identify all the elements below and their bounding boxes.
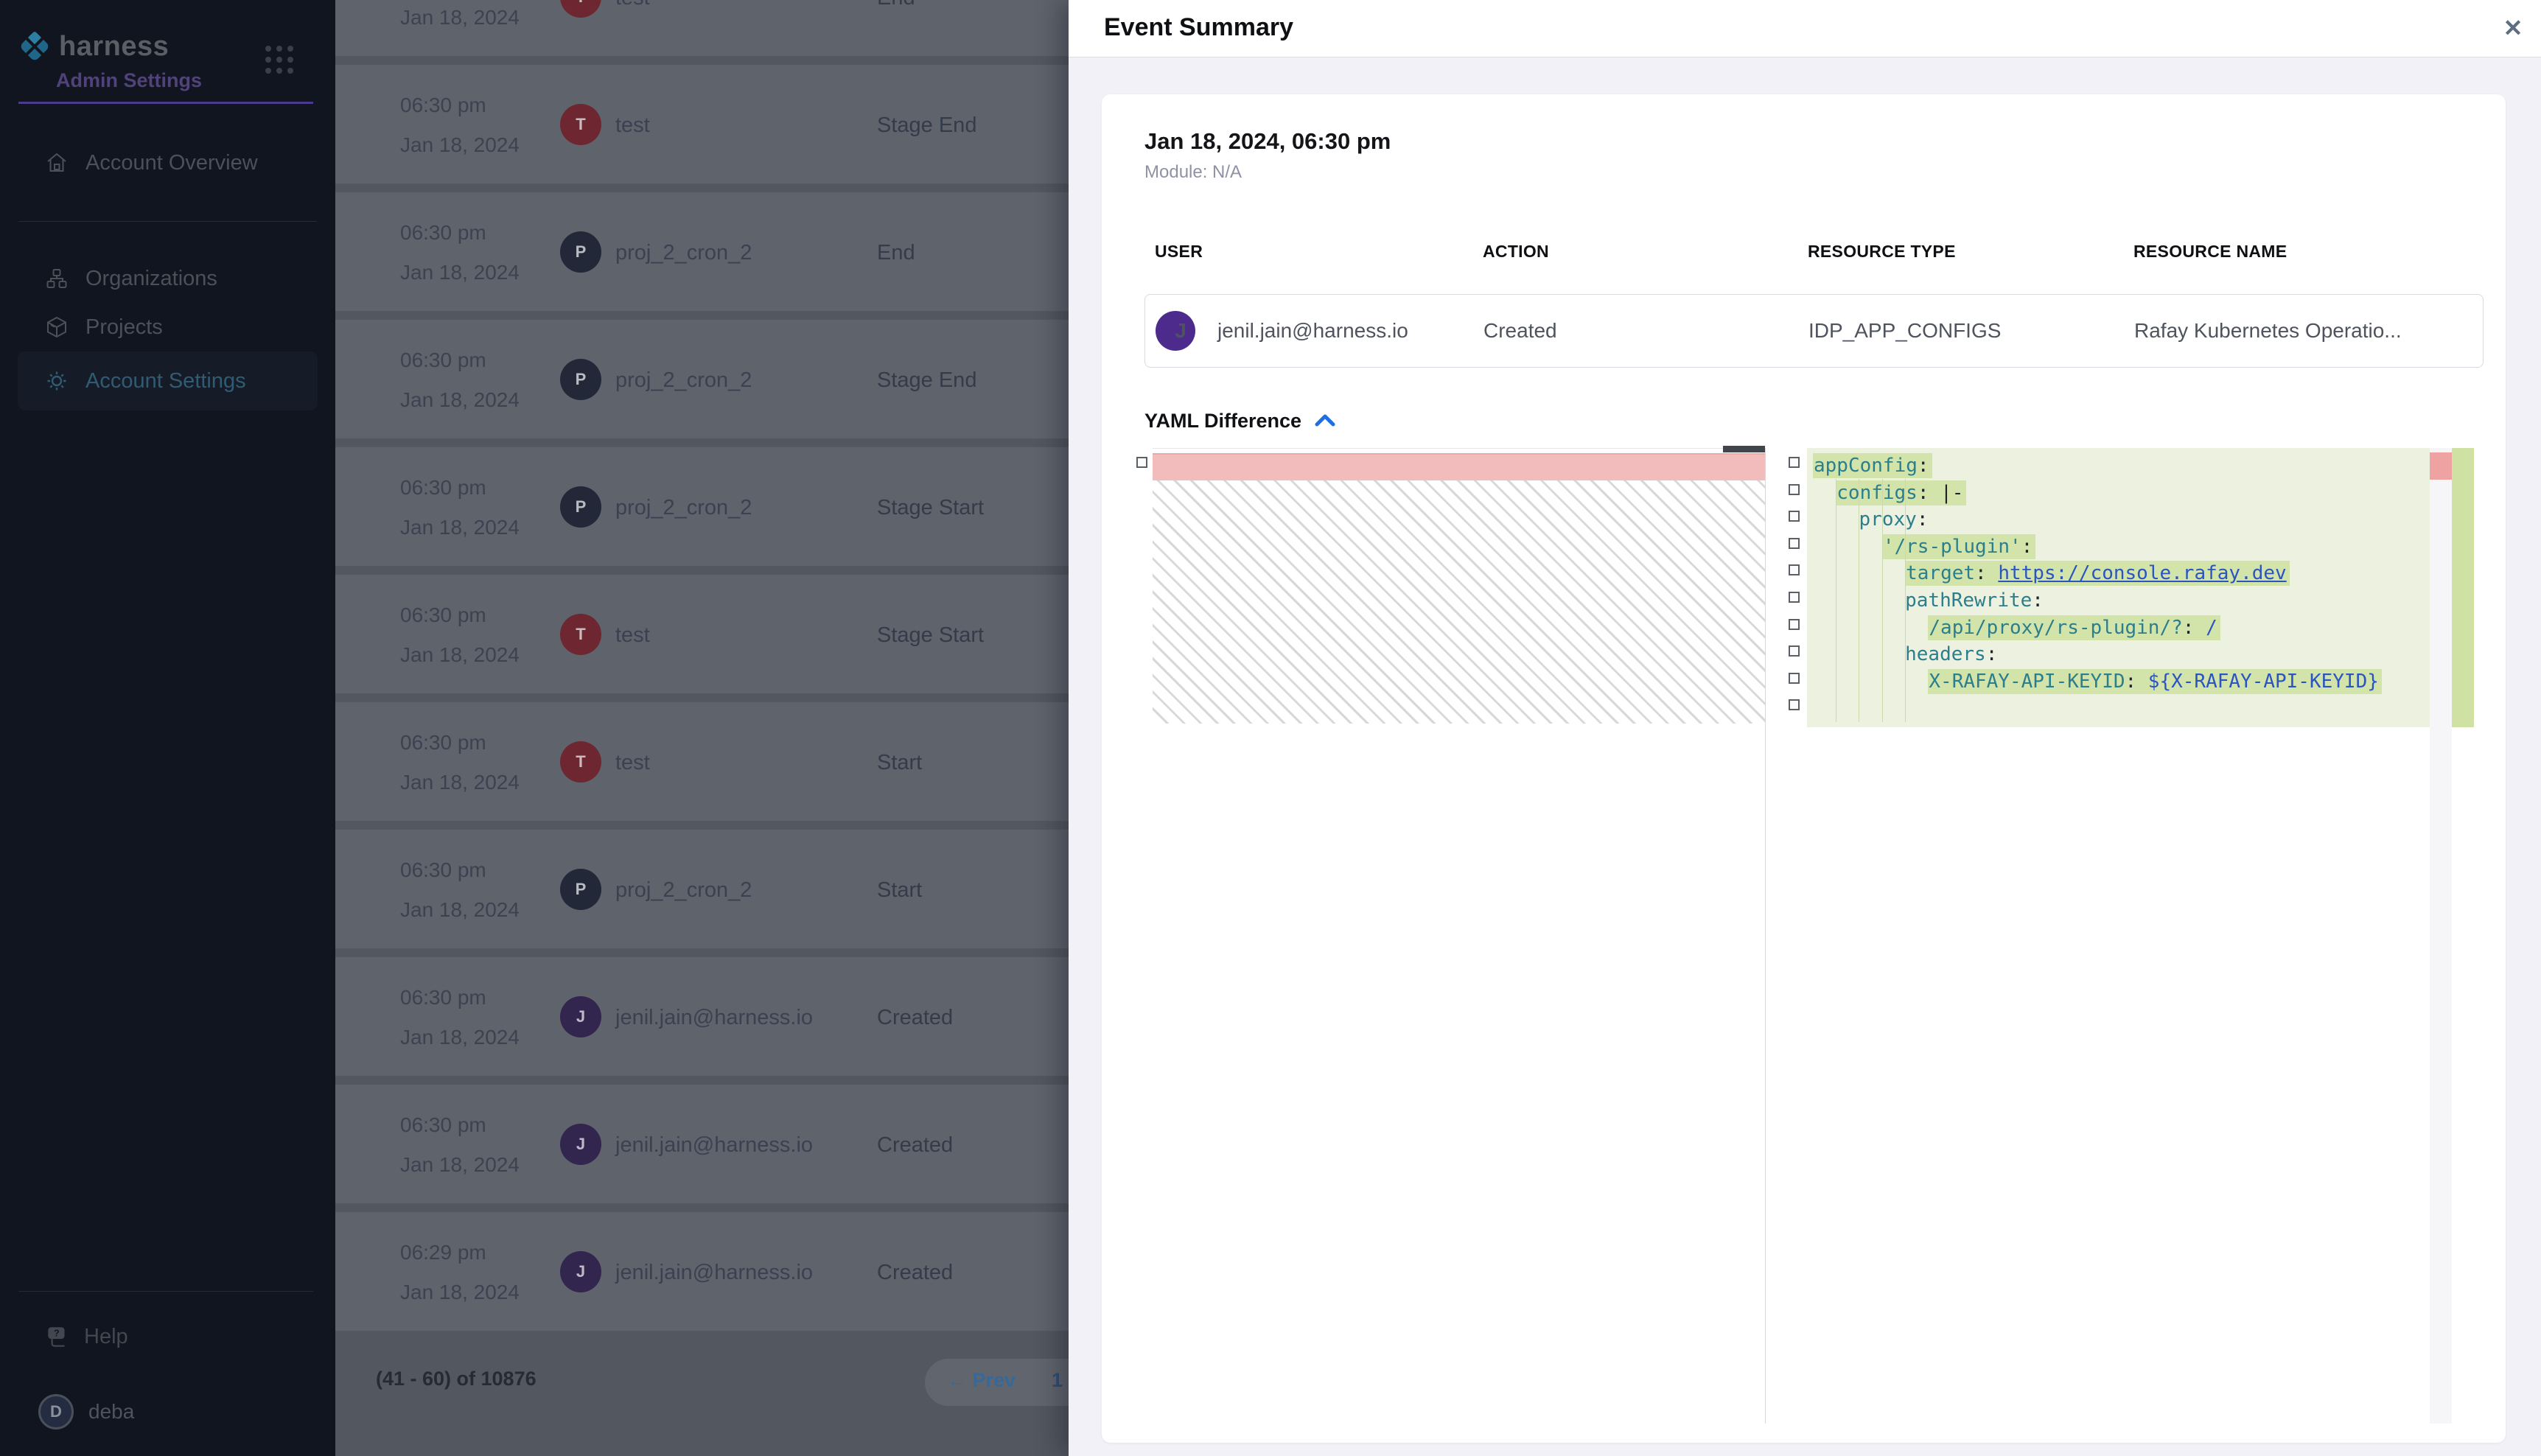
diff-added-pane: appConfig:configs: |-proxy:'/rs-plugin':… [1807,448,2430,727]
code-token: : [1917,508,1929,531]
fold-marker [1789,538,1800,549]
fold-marker [1789,484,1800,495]
fold-marker [1789,564,1800,575]
diff-line: target: https://console.rafay.dev [1807,560,2430,587]
event-datetime: Jan 18, 2024, 06:30 pm [1144,128,2506,155]
indent-guide [1905,479,1906,722]
diff-pane-divider [1765,448,1766,1424]
code-token: : [2125,671,2137,693]
event-table-header: USER ACTION RESOURCE TYPE RESOURCE NAME [1144,242,2484,262]
chevron-up-icon [1315,414,1335,427]
diff-line: X-RAFAY-API-KEYID: ${X-RAFAY-API-KEYID} [1807,668,2430,696]
event-user-cell: J jenil.jain@harness.io [1145,311,1473,351]
code-token: : [1986,643,1998,665]
code-token: / [2194,617,2217,639]
col-resource-type: RESOURCE TYPE [1797,242,2123,262]
event-module: Module: N/A [1144,162,2506,183]
col-resource-name: RESOURCE NAME [2123,242,2484,262]
code-token: headers [1905,643,1986,665]
code-token: '/rs-plugin' [1883,536,2021,558]
event-resource-type: IDP_APP_CONFIGS [1798,319,2124,343]
code-token: X-RAFAY-API-KEYID [1929,671,2125,693]
code-token: : [1918,455,1929,477]
yaml-diff-viewer: appConfig:configs: |-proxy:'/rs-plugin':… [1135,448,2506,1424]
diff-line: '/rs-plugin': [1807,533,2430,561]
diff-line: headers: [1807,641,2430,668]
user-avatar: J [1156,311,1195,351]
fold-marker [1136,457,1147,468]
code-token: : [1975,562,1987,584]
fold-marker [1789,619,1800,630]
yaml-difference-toggle[interactable]: YAML Difference [1144,409,2506,433]
diff-line: /api/proxy/rs-plugin/?: / [1807,615,2430,642]
code-token: : [2032,589,2044,612]
minimap-removed-mark [2430,452,2452,480]
event-user: jenil.jain@harness.io [1207,319,1408,343]
code-token: |- [1929,482,1964,504]
fold-marker [1789,645,1800,657]
diff-minimap-gutter [2430,448,2452,1424]
removed-line [1153,453,1765,480]
fold-marker [1789,457,1800,468]
app-root: harness Admin Settings Account Overview [0,0,2541,1456]
fold-marker [1789,592,1800,603]
diff-line: pathRewrite: [1807,587,2430,615]
code-token [1987,562,1999,584]
diff-removed-pane [1153,448,1765,1424]
minimap-added-bar [2452,448,2474,727]
drawer-title: Event Summary [1104,13,1293,42]
event-summary-card: Jan 18, 2024, 06:30 pm Module: N/A USER … [1102,94,2506,1443]
col-user: USER [1144,242,1472,262]
diff-right-gutter [1783,448,1806,1424]
code-link[interactable]: https://console.rafay.dev [1998,562,2286,584]
event-table-row: J jenil.jain@harness.io Created IDP_APP_… [1144,294,2484,368]
code-token: : [2021,536,2033,558]
diff-line: proxy: [1807,506,2430,533]
diff-line: appConfig: [1807,452,2430,480]
code-token: /api/proxy/rs-plugin/? [1929,617,2182,639]
code-token: appConfig [1814,455,1918,477]
event-resource-name: Rafay Kubernetes Operatio... [2124,319,2483,343]
diff-empty-hatch [1153,480,1765,724]
code-token: target [1906,562,1975,584]
code-token: proxy [1859,508,1917,531]
drawer-header: Event Summary ✕ [1069,0,2541,57]
event-summary-drawer: Event Summary ✕ Jan 18, 2024, 06:30 pm M… [1069,0,2541,1456]
fold-marker [1789,673,1800,684]
code-token: pathRewrite [1905,589,2032,612]
scrollbar-thumb[interactable] [1723,446,1765,452]
code-token: ${X-RAFAY-API-KEYID} [2136,671,2379,693]
code-token: : [1918,482,1929,504]
fold-marker [1789,699,1800,710]
close-icon[interactable]: ✕ [2495,10,2531,46]
code-token: : [2183,617,2195,639]
diff-line [1807,695,2430,722]
event-action: Created [1473,319,1798,343]
indent-guide [1882,479,1883,722]
drawer-scrim[interactable] [0,0,1069,1456]
yaml-difference-label: YAML Difference [1144,409,1301,433]
diff-line: configs: |- [1807,480,2430,507]
col-action: ACTION [1472,242,1797,262]
fold-marker [1789,511,1800,522]
